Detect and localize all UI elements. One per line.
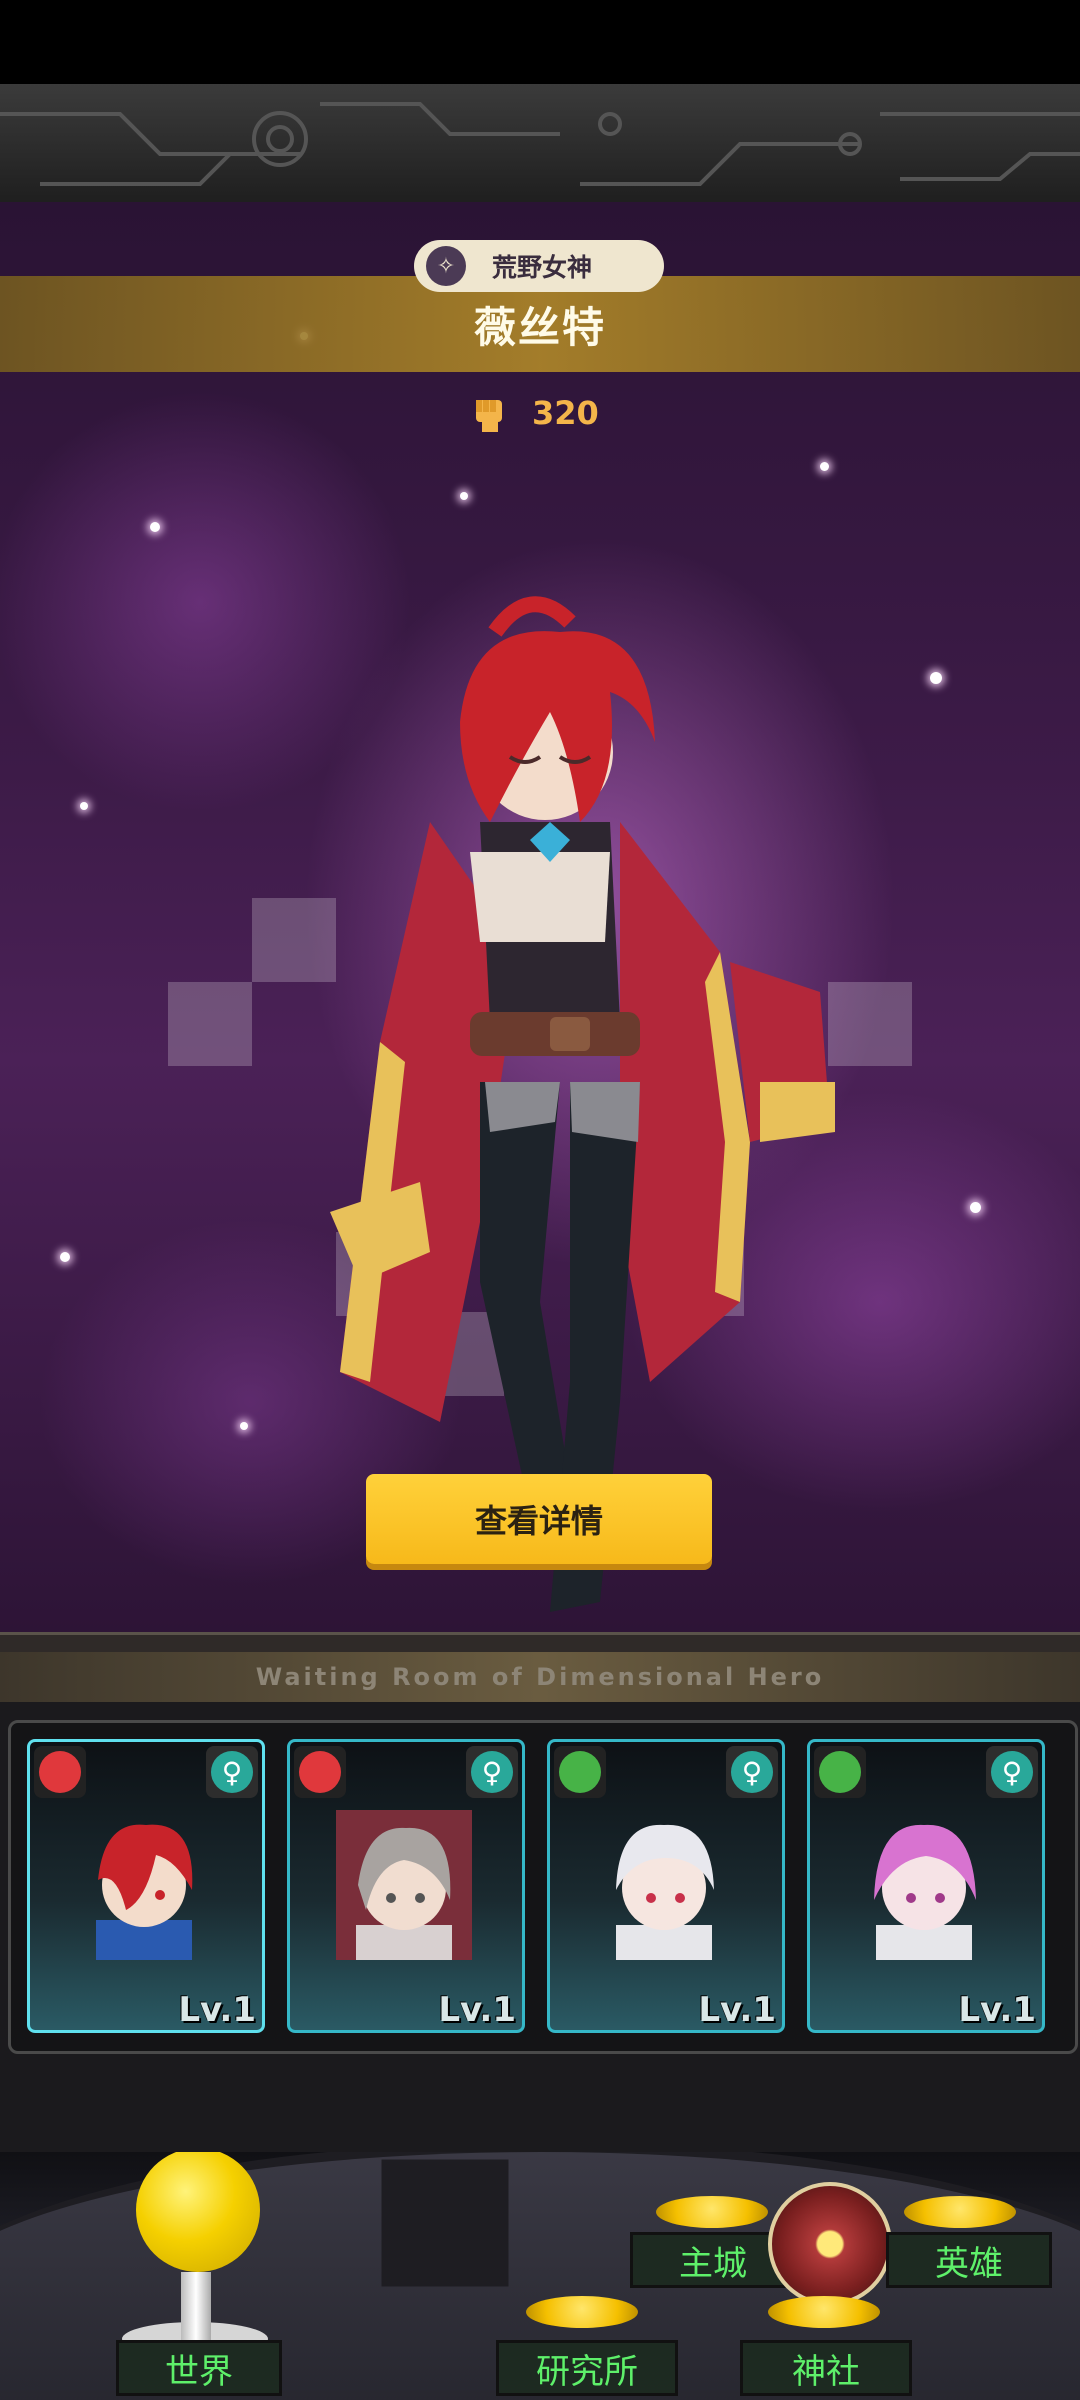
class-badge: [294, 1746, 346, 1798]
view-details-button[interactable]: 查看详情: [366, 1474, 712, 1564]
waiting-room-title: Waiting Room of Dimensional Hero: [255, 1663, 825, 1691]
compass-emblem-icon: [768, 2182, 892, 2306]
female-icon: ♀: [471, 1751, 513, 1793]
hero-power: 320: [470, 388, 599, 438]
star: [80, 802, 88, 810]
hero-portrait: [96, 1824, 193, 1960]
female-icon: ♀: [991, 1751, 1033, 1793]
nav-institute-label: 研究所: [536, 2351, 638, 2392]
hero-card-3[interactable]: ♀ Lv.1: [547, 1739, 785, 2033]
attack-class-icon: [39, 1751, 81, 1793]
hero-level: Lv.1: [698, 1990, 776, 2030]
nav-castle-label: 主城: [679, 2243, 747, 2284]
heroes-button-cap: [904, 2196, 1016, 2228]
hero-waiting-room: Waiting Room of Dimensional Hero ♀ Lv.1 …: [0, 1632, 1080, 2152]
pixel-tile: [828, 982, 912, 1066]
waiting-room-title-bar: Waiting Room of Dimensional Hero: [0, 1652, 1080, 1702]
class-badge: [814, 1746, 866, 1798]
faction-badge: ✧ 荒野女神: [414, 240, 664, 292]
support-class-icon: [559, 1751, 601, 1793]
faction-emblem-icon: ✧: [426, 246, 466, 286]
hero-level: Lv.1: [438, 1990, 516, 2030]
nav-heroes-label: 英雄: [935, 2243, 1003, 2284]
hero-portrait: [874, 1824, 976, 1960]
nav-shrine-label: 神社: [792, 2351, 860, 2392]
nav-shrine-button[interactable]: 神社: [740, 2340, 912, 2396]
view-details-label: 查看详情: [474, 1503, 603, 1539]
nav-world-label: 世界: [165, 2351, 233, 2392]
star: [930, 672, 942, 684]
joystick-shaft: [181, 2272, 211, 2342]
gender-badge: ♀: [206, 1746, 258, 1798]
class-badge: [554, 1746, 606, 1798]
star: [820, 462, 829, 471]
fist-icon: [476, 400, 502, 432]
faction-name: 荒野女神: [492, 253, 593, 282]
hero-portrait: [616, 1824, 714, 1960]
hero-character-illustration: [330, 596, 835, 1612]
pixel-tile: [168, 982, 252, 1066]
star: [970, 1202, 981, 1213]
female-icon: ♀: [211, 1751, 253, 1793]
star: [240, 1422, 248, 1430]
hero-card-1[interactable]: ♀ Lv.1: [27, 1739, 265, 2033]
nav-institute-button[interactable]: 研究所: [496, 2340, 678, 2396]
attack-class-icon: [299, 1751, 341, 1793]
hero-name: 薇丝特: [473, 302, 606, 352]
nav-heroes-button[interactable]: 英雄: [886, 2232, 1052, 2288]
star: [60, 1252, 70, 1262]
hero-showcase: 薇丝特 ✧ 荒野女神 320 查看详情: [0, 202, 1080, 1632]
gender-badge: ♀: [466, 1746, 518, 1798]
nav-world-button[interactable]: 世界: [116, 2340, 282, 2396]
hero-card-4[interactable]: ♀ Lv.1: [807, 1739, 1045, 2033]
hero-level: Lv.1: [178, 1990, 256, 2030]
female-icon: ♀: [731, 1751, 773, 1793]
castle-button-cap: [656, 2196, 768, 2228]
status-bar: [0, 0, 1080, 84]
power-value: 320: [532, 394, 599, 432]
star: [150, 522, 160, 532]
hero-portrait: [336, 1810, 472, 1960]
shrine-button-cap: [768, 2296, 880, 2328]
star: [460, 492, 468, 500]
hero-card-row: ♀ Lv.1 ♀ Lv.1 ♀ Lv.1 ♀ Lv.1: [8, 1720, 1078, 2054]
gender-badge: ♀: [726, 1746, 778, 1798]
hero-level: Lv.1: [958, 1990, 1036, 2030]
support-class-icon: [819, 1751, 861, 1793]
top-decor-frame: [0, 84, 1080, 206]
joystick-ball[interactable]: [136, 2152, 260, 2272]
circuit-pattern: [0, 102, 1080, 186]
institute-button-cap: [526, 2296, 638, 2328]
class-badge: [34, 1746, 86, 1798]
hero-card-2[interactable]: ♀ Lv.1: [287, 1739, 525, 2033]
gender-badge: ♀: [986, 1746, 1038, 1798]
